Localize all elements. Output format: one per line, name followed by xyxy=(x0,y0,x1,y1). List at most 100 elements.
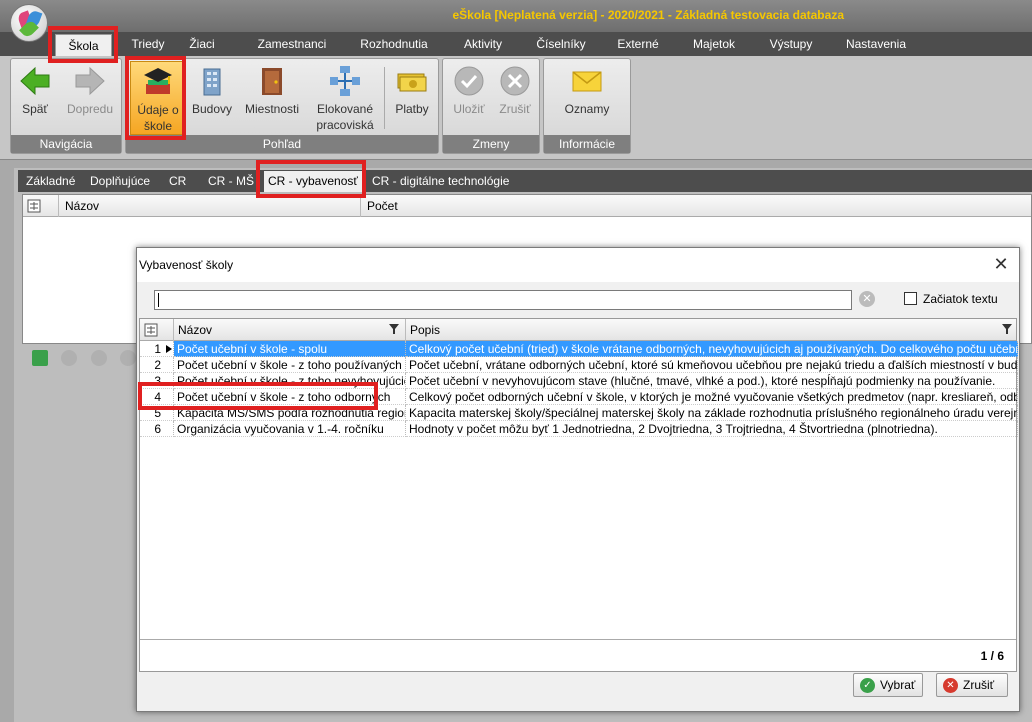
menu-tab-ciselniky[interactable]: Číselníky xyxy=(532,32,590,56)
row-desc: Hodnoty v počet môžu byť 1 Jednotriedna,… xyxy=(406,421,1018,437)
x-circle-icon xyxy=(499,65,531,97)
filter-icon[interactable] xyxy=(1002,324,1012,334)
row-name: Počet učební v škole - spolu xyxy=(174,341,406,357)
row-number: 5 xyxy=(140,405,174,421)
notices-button[interactable]: Oznamy xyxy=(554,61,620,135)
table-row[interactable]: 4 Počet učební v škole - z toho odbornýc… xyxy=(140,389,1018,405)
table-row[interactable]: 2 Počet učební v škole - z toho používan… xyxy=(140,357,1018,373)
group-label-informacie: Informácie xyxy=(544,135,630,153)
starts-with-checkbox[interactable] xyxy=(904,292,917,305)
row-number: 2 xyxy=(140,357,174,373)
close-icon: ✕ xyxy=(943,678,958,693)
money-icon xyxy=(396,65,428,97)
column-chooser-icon[interactable] xyxy=(23,195,59,217)
graduation-cap-icon xyxy=(142,66,174,98)
equipment-dialog: Vybavenosť školy ✕ ✕ Začiatok textu Názo… xyxy=(136,247,1020,712)
payments-button[interactable]: Platby xyxy=(390,61,434,135)
window-title: eŠkola [Neplatená verzia] - 2020/2021 - … xyxy=(452,8,844,22)
column-popis[interactable]: Popis xyxy=(406,319,1018,341)
ribbon-group-informacie: Oznamy Informácie xyxy=(543,58,631,154)
check-icon[interactable] xyxy=(90,350,107,366)
tab-cr-ms[interactable]: CR - MŠ xyxy=(208,170,254,192)
menu-tab-triedy[interactable]: Triedy xyxy=(126,32,170,56)
add-row-icon[interactable] xyxy=(32,350,48,366)
remove-icon[interactable] xyxy=(61,350,78,366)
arrow-right-icon xyxy=(74,65,106,97)
search-input[interactable] xyxy=(154,290,852,310)
row-name: Počet učební v škole - z toho odborných xyxy=(174,389,406,405)
dialog-grid: Názov Popis 1 Počet učební v škole - spo… xyxy=(139,318,1018,672)
row-number: 4 xyxy=(140,389,174,405)
envelope-icon xyxy=(571,65,603,97)
row-name: Organizácia vyučovania v 1.-4. ročníku xyxy=(174,421,406,437)
tab-cr-digitalne[interactable]: CR - digitálne technológie xyxy=(372,170,509,192)
table-row[interactable]: 3 Počet učební v škole - z toho nevyhovu… xyxy=(140,373,1018,389)
close-icon[interactable]: ✕ xyxy=(991,254,1011,274)
main-grid-header: Názov Počet xyxy=(23,195,1031,217)
menu-tab-externe[interactable]: Externé xyxy=(614,32,662,56)
ribbon: Späť Dopredu Navigácia Údaje o škole Bud… xyxy=(0,56,1032,160)
table-row[interactable]: 5 Kapacita MŠ/ŠMŠ podľa rozhodnutia regi… xyxy=(140,405,1018,421)
ribbon-group-navigacia: Späť Dopredu Navigácia xyxy=(10,58,122,154)
select-button[interactable]: ✓ Vybrať xyxy=(853,673,923,697)
tab-cr-vybavenost[interactable]: CR - vybavenosť xyxy=(264,171,362,192)
starts-with-label: Začiatok textu xyxy=(923,292,998,306)
table-row[interactable]: 6 Organizácia vyučovania v 1.-4. ročníku… xyxy=(140,421,1018,437)
rooms-button[interactable]: Miestnosti xyxy=(242,61,302,135)
column-chooser-icon[interactable] xyxy=(140,319,174,341)
menu-tab-nastavenia[interactable]: Nastavenia xyxy=(842,32,910,56)
column-nazov[interactable]: Názov xyxy=(174,319,406,341)
network-icon xyxy=(329,65,361,97)
grid-toolbar xyxy=(32,350,146,372)
dialog-cancel-button[interactable]: ✕ Zrušiť xyxy=(936,673,1008,697)
row-number: 3 xyxy=(140,373,174,389)
row-name: Kapacita MŠ/ŠMŠ podľa rozhodnutia region… xyxy=(174,405,406,421)
menu-tab-ziaci[interactable]: Žiaci xyxy=(180,32,224,56)
dialog-grid-header: Názov Popis xyxy=(140,319,1016,341)
buildings-button[interactable]: Budovy xyxy=(190,61,234,135)
row-desc: Kapacita materskej školy/špeciálnej mate… xyxy=(406,405,1018,421)
row-desc: Celkový počet odborných učební v škole, … xyxy=(406,389,1018,405)
app-logo-icon[interactable] xyxy=(10,4,48,42)
menu-tab-rozhodnutia[interactable]: Rozhodnutia xyxy=(356,32,432,56)
ribbon-group-zmeny: Uložiť Zrušiť Zmeny xyxy=(442,58,540,154)
back-button[interactable]: Späť xyxy=(13,61,57,135)
forward-button[interactable]: Dopredu xyxy=(61,61,119,135)
school-data-button[interactable]: Údaje o škole xyxy=(130,61,186,135)
group-label-navigacia: Navigácia xyxy=(11,135,121,153)
title-bar: eŠkola [Neplatená verzia] - 2020/2021 - … xyxy=(0,0,1032,32)
menu-tab-zamestnanci[interactable]: Zamestnanci xyxy=(252,32,332,56)
row-desc: Počet učební v nevyhovujúcom stave (hluč… xyxy=(406,373,1018,389)
sub-tabs: Základné Doplňujúce CR CR - MŠ CR - vyba… xyxy=(18,170,1032,192)
workplaces-button[interactable]: Elokované pracoviská xyxy=(312,61,378,135)
building-icon xyxy=(196,65,228,97)
dialog-title: Vybavenosť školy xyxy=(139,258,234,272)
group-label-pohlad: Pohľad xyxy=(126,135,438,153)
menu-tab-vystupy[interactable]: Výstupy xyxy=(766,32,816,56)
menu-tab-aktivity[interactable]: Aktivity xyxy=(456,32,510,56)
column-nazov[interactable]: Názov xyxy=(61,195,361,217)
cancel-icon[interactable] xyxy=(120,350,137,366)
main-menu-bar: Škola Triedy Žiaci Zamestnanci Rozhodnut… xyxy=(0,32,1032,58)
arrow-left-icon xyxy=(19,65,51,97)
tab-cr[interactable]: CR xyxy=(169,170,186,192)
record-counter: 1 / 6 xyxy=(980,649,1004,663)
menu-tab-skola[interactable]: Škola xyxy=(55,34,112,58)
tab-zakladne[interactable]: Základné xyxy=(26,170,75,192)
grid-footer-divider xyxy=(140,639,1016,640)
dialog-title-bar: Vybavenosť školy ✕ xyxy=(137,248,1019,282)
column-pocet[interactable]: Počet xyxy=(363,195,1031,217)
tab-doplnujuce[interactable]: Doplňujúce xyxy=(90,170,150,192)
filter-icon[interactable] xyxy=(389,324,399,334)
clear-search-icon[interactable]: ✕ xyxy=(859,291,875,307)
row-name: Počet učební v škole - z toho nevyhovujú… xyxy=(174,373,406,389)
cancel-button[interactable]: Zrušiť xyxy=(493,61,537,135)
group-label-zmeny: Zmeny xyxy=(443,135,539,153)
table-row[interactable]: 1 Počet učební v škole - spolu Celkový p… xyxy=(140,341,1018,357)
door-icon xyxy=(256,65,288,97)
row-pointer-icon xyxy=(166,345,172,353)
menu-tab-majetok[interactable]: Majetok xyxy=(688,32,740,56)
text-caret xyxy=(158,293,159,307)
save-button[interactable]: Uložiť xyxy=(447,61,491,135)
row-desc: Počet učební, vrátane odborných učební, … xyxy=(406,357,1018,373)
